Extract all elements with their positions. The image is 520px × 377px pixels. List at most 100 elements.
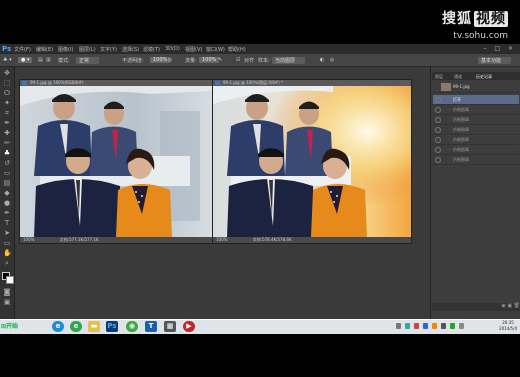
document-window-original: 99-1.jpg @ 100%(RGB/8#) 100% 文档:577.1K/5… bbox=[19, 79, 213, 244]
aligned-checkbox[interactable]: ☑ bbox=[236, 57, 240, 63]
media-player-icon[interactable]: ▶ bbox=[183, 321, 195, 332]
eraser-tool-icon[interactable]: ▭ bbox=[3, 170, 11, 177]
history-item-label: 仿制图章 bbox=[453, 107, 469, 112]
photoshop-window: Ps 文件(F) 编辑(E) 图像(I) 图层(L) 文字(Y) 选择(S) 滤… bbox=[0, 44, 520, 319]
eyedropper-tool-icon[interactable]: ✒ bbox=[3, 120, 11, 127]
airbrush-icon[interactable]: ✎ bbox=[218, 57, 222, 63]
zoom-tool-icon[interactable]: ⌕ bbox=[3, 260, 11, 267]
mode-label: 模式: bbox=[58, 58, 70, 64]
clone-stamp-tool-icon[interactable]: ♣ bbox=[3, 150, 11, 157]
clone-stamp-tool-icon[interactable]: ♣ ▾ bbox=[3, 57, 12, 63]
photoshop-logo: Ps bbox=[2, 45, 12, 53]
ignore-adjustment-icon[interactable]: ◐ bbox=[320, 57, 324, 63]
system-clock[interactable]: 20:35 2014/5/4 bbox=[499, 320, 517, 332]
background-color-swatch[interactable] bbox=[6, 276, 14, 284]
volume-icon[interactable] bbox=[459, 323, 464, 329]
menu-type[interactable]: 文字(Y) bbox=[100, 46, 117, 53]
history-item[interactable]: 仿制图章 bbox=[433, 135, 519, 145]
document-canvas[interactable] bbox=[20, 86, 212, 237]
history-item[interactable]: 仿制图章 bbox=[433, 115, 519, 125]
document-canvas[interactable] bbox=[213, 86, 411, 237]
zoom-readout[interactable]: 100% bbox=[216, 237, 227, 242]
brush-panel-icon[interactable]: ▤ bbox=[38, 57, 43, 63]
quick-mask-icon[interactable]: ◙ bbox=[3, 289, 11, 296]
path-select-tool-icon[interactable]: ➤ bbox=[3, 230, 11, 237]
recorder-icon[interactable]: ▦ bbox=[164, 321, 176, 332]
tray-icon[interactable] bbox=[441, 323, 446, 329]
brush-tool-icon[interactable]: ✏ bbox=[3, 140, 11, 147]
menu-help[interactable]: 帮助(H) bbox=[228, 46, 246, 53]
gradient-tool-icon[interactable]: ▤ bbox=[3, 180, 11, 187]
panel-footer-icons[interactable]: ◉ ▣ 🗑 bbox=[501, 303, 520, 309]
brush-size-picker[interactable]: ● ▾ bbox=[18, 57, 33, 63]
text-app-icon[interactable]: T bbox=[145, 321, 157, 332]
tray-icon[interactable] bbox=[432, 323, 437, 329]
history-item-label: 仿制图章 bbox=[453, 127, 469, 132]
menu-image[interactable]: 图像(I) bbox=[58, 46, 73, 53]
tray-icon[interactable] bbox=[414, 323, 419, 329]
zoom-readout[interactable]: 100% bbox=[23, 237, 34, 242]
history-brush-source-icon[interactable] bbox=[435, 127, 441, 133]
start-button[interactable]: ⊞开始 bbox=[1, 321, 21, 332]
menu-window[interactable]: 窗口(W) bbox=[206, 46, 225, 53]
pressure-opacity-icon[interactable]: ◎ bbox=[168, 57, 172, 63]
flow-field[interactable]: 100% bbox=[199, 57, 220, 63]
browser-icon[interactable]: e bbox=[52, 321, 64, 332]
document-status-bar: 100% 文档:578.4K/578.6K bbox=[213, 237, 411, 243]
history-brush-source-icon[interactable] bbox=[435, 137, 441, 143]
dodge-tool-icon[interactable]: ● bbox=[3, 200, 11, 207]
history-item[interactable]: 仿制图章 bbox=[433, 155, 519, 165]
history-brush-source-icon[interactable] bbox=[435, 147, 441, 153]
tray-icon[interactable] bbox=[423, 323, 428, 329]
history-brush-source-icon[interactable] bbox=[435, 117, 441, 123]
document-window-edited: 99-1.jpg @ 100%(图层 0/8#) * 100% 文档:578.4… bbox=[212, 79, 412, 244]
menu-3d[interactable]: 3D(D) bbox=[165, 46, 180, 52]
history-brush-source-icon[interactable] bbox=[435, 97, 441, 103]
history-item[interactable]: 仿制图章 bbox=[433, 125, 519, 135]
healing-brush-tool-icon[interactable]: ✚ bbox=[3, 130, 11, 137]
mode-select[interactable]: 正常 bbox=[76, 57, 100, 64]
screen-mode-icon[interactable]: ▣ bbox=[3, 299, 11, 306]
hand-tool-icon[interactable]: ✋ bbox=[3, 250, 12, 257]
folder-icon[interactable]: ▬ bbox=[88, 321, 100, 332]
move-tool-icon[interactable]: ✥ bbox=[3, 70, 11, 77]
menu-view[interactable]: 视图(V) bbox=[185, 46, 202, 53]
history-brush-tool-icon[interactable]: ↺ bbox=[3, 160, 11, 167]
menu-edit[interactable]: 编辑(E) bbox=[36, 46, 53, 53]
document-tab-label: 99-1.jpg @ 100%(RGB/8#) bbox=[30, 80, 84, 85]
workspace-select[interactable]: 基本功能 bbox=[478, 57, 512, 64]
pressure-size-icon[interactable]: ◎ bbox=[330, 57, 334, 63]
lasso-tool-icon[interactable]: ⵔ bbox=[3, 90, 11, 97]
tab-channels[interactable]: 通道 bbox=[454, 74, 462, 80]
chat-icon[interactable]: ◉ bbox=[126, 321, 138, 332]
history-item[interactable]: 仿制图章 bbox=[433, 145, 519, 155]
menu-file[interactable]: 文件(F) bbox=[14, 46, 31, 53]
photoshop-taskbar-icon[interactable]: Ps bbox=[106, 321, 118, 332]
pen-tool-icon[interactable]: ✒ bbox=[3, 210, 11, 217]
tray-icon[interactable] bbox=[396, 323, 401, 329]
marquee-tool-icon[interactable]: ⬚ bbox=[3, 80, 11, 87]
window-controls[interactable]: – □ × bbox=[483, 45, 516, 52]
history-item[interactable]: 仿制图章 bbox=[433, 105, 519, 115]
quick-select-tool-icon[interactable]: ✦ bbox=[3, 100, 11, 107]
360-browser-icon[interactable]: e bbox=[70, 321, 82, 332]
history-brush-source-icon[interactable] bbox=[435, 107, 441, 113]
history-snapshot[interactable]: 99-1.jpg bbox=[433, 82, 519, 93]
document-tab-label: 99-1.jpg @ 100%(图层 0/8#) * bbox=[223, 80, 283, 85]
tray-icon[interactable] bbox=[450, 323, 455, 329]
clone-source-icon[interactable]: ▥ bbox=[46, 57, 51, 63]
options-bar: ♣ ▾ ● ▾ ▤ ▥ 模式: 正常 不透明度: 100% ◎ 流量: 100%… bbox=[0, 54, 520, 67]
tab-layers[interactable]: 图层 bbox=[435, 74, 443, 80]
type-tool-icon[interactable]: T bbox=[3, 220, 11, 227]
blur-tool-icon[interactable]: ◆ bbox=[3, 190, 11, 197]
menu-select[interactable]: 选择(S) bbox=[122, 46, 139, 53]
sample-select[interactable]: 当前图层 bbox=[272, 57, 306, 64]
crop-tool-icon[interactable]: ⌗ bbox=[3, 110, 11, 117]
tab-history[interactable]: 历史记录 bbox=[476, 74, 492, 80]
tray-icon[interactable] bbox=[405, 323, 410, 329]
history-brush-source-icon[interactable] bbox=[435, 157, 441, 163]
menu-filter[interactable]: 滤镜(T) bbox=[143, 46, 160, 53]
shape-tool-icon[interactable]: ▭ bbox=[3, 240, 11, 247]
history-item[interactable]: 打开 bbox=[433, 95, 519, 105]
menu-layer[interactable]: 图层(L) bbox=[79, 46, 96, 53]
